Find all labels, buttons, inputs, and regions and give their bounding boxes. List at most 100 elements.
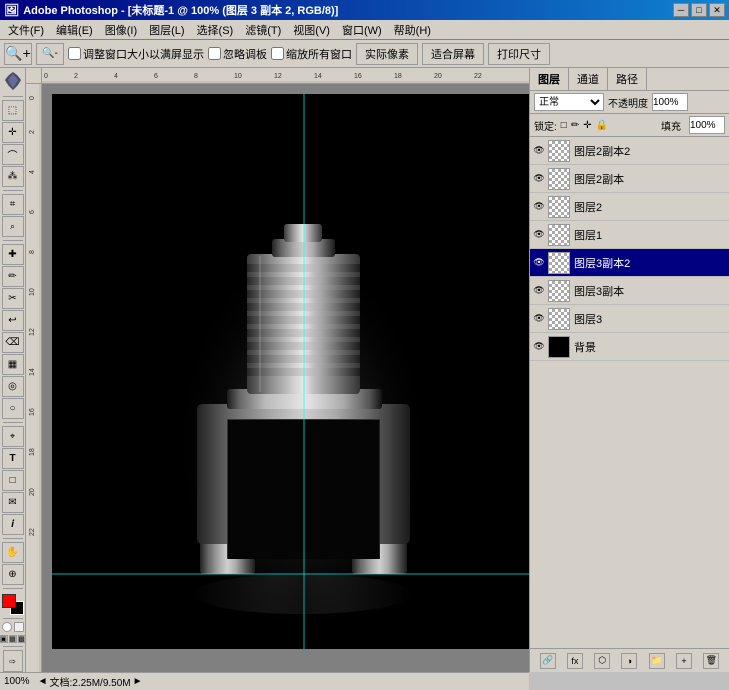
layer-panel-buttons: 🔗 fx ⬡ ◑ 📁 + 🗑 [530,648,729,672]
layer-row-background[interactable]: 👁 背景 [530,333,729,361]
menu-filter[interactable]: 滤镜(T) [239,20,287,40]
menu-layer[interactable]: 图层(L) [143,20,190,40]
scroll-right-button[interactable]: ► [133,676,143,687]
svg-text:8: 8 [29,250,36,254]
window-title: Adobe Photoshop - [未标题-1 @ 100% (图层 3 副本… [23,2,338,18]
lasso-tool[interactable]: ⌒ [2,144,24,165]
quick-mask-button[interactable] [2,622,12,632]
tab-layers[interactable]: 图层 [530,68,569,90]
layer-row[interactable]: 👁 图层2 [530,193,729,221]
actual-pixels-button[interactable]: 实际像素 [356,43,418,65]
ignore-palettes-checkbox[interactable] [208,47,221,60]
clone-tool[interactable]: ✂ [2,288,24,309]
resize-windows-option[interactable]: 调整窗口大小以满屏显示 [68,46,204,62]
fill-input[interactable] [689,116,725,134]
layer-name: 图层2副本 [574,171,624,187]
lock-all-icon[interactable]: 🔒 [596,120,608,131]
opacity-input[interactable] [652,93,688,111]
type-tool[interactable]: T [2,448,24,469]
zoom-in-button[interactable]: 🔍+ [4,43,32,65]
jump-to-button[interactable]: ⇨ [3,650,23,672]
close-button[interactable]: ✕ [709,3,725,17]
canvas-artwork [52,94,529,649]
menu-view[interactable]: 视图(V) [287,20,336,40]
crop-tool[interactable]: ⌗ [2,194,24,215]
add-style-button[interactable]: fx [567,653,583,669]
resize-windows-checkbox[interactable] [68,47,81,60]
gradient-tool[interactable]: ▦ [2,354,24,375]
ignore-palettes-option[interactable]: 忽略调板 [208,46,267,62]
marquee-tool[interactable]: ⬚ [2,100,24,121]
layer-visibility-icon[interactable]: 👁 [532,200,546,214]
foreground-color-swatch[interactable] [2,594,16,608]
svg-text:12: 12 [274,73,282,80]
blend-mode-select[interactable]: 正常 溶解 正片叠底 [534,93,604,111]
layer-row[interactable]: 👁 图层2副本2 [530,137,729,165]
maximize-button[interactable]: □ [691,3,707,17]
eraser-tool[interactable]: ⌫ [2,332,24,353]
lock-transparent-icon[interactable]: □ [561,120,567,131]
layer-thumbnail [548,224,570,246]
zoom-all-checkbox[interactable] [271,47,284,60]
magic-wand-tool[interactable]: ⁂ [2,166,24,187]
standard-mode-button[interactable] [14,622,24,632]
layer-visibility-icon[interactable]: 👁 [532,340,546,354]
new-layer-button[interactable]: + [676,653,692,669]
color-swatches[interactable] [2,594,24,615]
layer-visibility-icon[interactable]: 👁 [532,144,546,158]
healing-tool[interactable]: ✚ [2,244,24,265]
hand-tool[interactable]: ✋ [2,542,24,563]
title-bar: 🖼 Adobe Photoshop - [未标题-1 @ 100% (图层 3 … [0,0,729,20]
layer-row[interactable]: 👁 图层3 [530,305,729,333]
move-tool[interactable]: ✛ [2,122,24,143]
menu-edit[interactable]: 编辑(E) [50,20,99,40]
zoom-out-button[interactable]: 🔍- [36,43,64,65]
scroll-left-button[interactable]: ◄ [38,676,48,687]
screen-mode-2[interactable]: ▦ [9,635,17,643]
minimize-button[interactable]: ─ [673,3,689,17]
path-tool[interactable]: ⌖ [2,426,24,447]
new-adjustment-button[interactable]: ◑ [621,653,637,669]
zoom-all-option[interactable]: 缩放所有窗口 [271,46,352,62]
dodge-tool[interactable]: ○ [2,398,24,419]
zoom-tool[interactable]: ⊕ [2,564,24,585]
blur-tool[interactable]: ◎ [2,376,24,397]
new-group-button[interactable]: 📁 [649,653,665,669]
add-mask-button[interactable]: ⬡ [594,653,610,669]
slice-tool[interactable]: ⌕ [2,216,24,237]
layer-visibility-icon[interactable]: 👁 [532,172,546,186]
notes-tool[interactable]: ✉ [2,492,24,513]
menu-image[interactable]: 图像(I) [99,20,143,40]
layers-blend-options: 正常 溶解 正片叠底 不透明度 [530,91,729,114]
history-tool[interactable]: ↩ [2,310,24,331]
layer-visibility-icon[interactable]: 👁 [532,256,546,270]
ruler-h-ticks: 0 2 4 6 8 10 12 14 16 18 20 22 [42,68,529,84]
fit-screen-button[interactable]: 适合屏幕 [422,43,484,65]
layer-row[interactable]: 👁 图层3副本 [530,277,729,305]
print-size-button[interactable]: 打印尺寸 [488,43,550,65]
layer-visibility-icon[interactable]: 👁 [532,312,546,326]
screen-mode-3[interactable]: ▩ [18,635,26,643]
main-area: ⬚ ✛ ⌒ ⁂ ⌗ ⌕ ✚ ✏ ✂ ↩ ⌫ ▦ ◎ ○ ⌖ T □ ✉ 𝒊 ✋ … [0,68,529,672]
menu-file[interactable]: 文件(F) [2,20,50,40]
screen-mode-1[interactable]: ▣ [0,635,8,643]
layer-visibility-icon[interactable]: 👁 [532,284,546,298]
menu-window[interactable]: 窗口(W) [336,20,388,40]
layer-name: 图层2副本2 [574,143,630,159]
menu-select[interactable]: 选择(S) [191,20,240,40]
tab-channels[interactable]: 通道 [569,68,608,90]
eyedropper-tool[interactable]: 𝒊 [2,514,24,535]
delete-layer-button[interactable]: 🗑 [703,653,719,669]
link-layers-button[interactable]: 🔗 [540,653,556,669]
lock-position-icon[interactable]: ✛ [583,120,591,131]
shape-tool[interactable]: □ [2,470,24,491]
canvas-scroll-area[interactable] [42,84,529,672]
layer-row[interactable]: 👁 图层1 [530,221,729,249]
layer-row[interactable]: 👁 图层2副本 [530,165,729,193]
tab-paths[interactable]: 路径 [608,68,647,90]
layer-row-selected[interactable]: 👁 图层3副本2 [530,249,729,277]
lock-pixels-icon[interactable]: ✏ [571,120,579,131]
menu-help[interactable]: 帮助(H) [388,20,437,40]
layer-visibility-icon[interactable]: 👁 [532,228,546,242]
brush-tool[interactable]: ✏ [2,266,24,287]
